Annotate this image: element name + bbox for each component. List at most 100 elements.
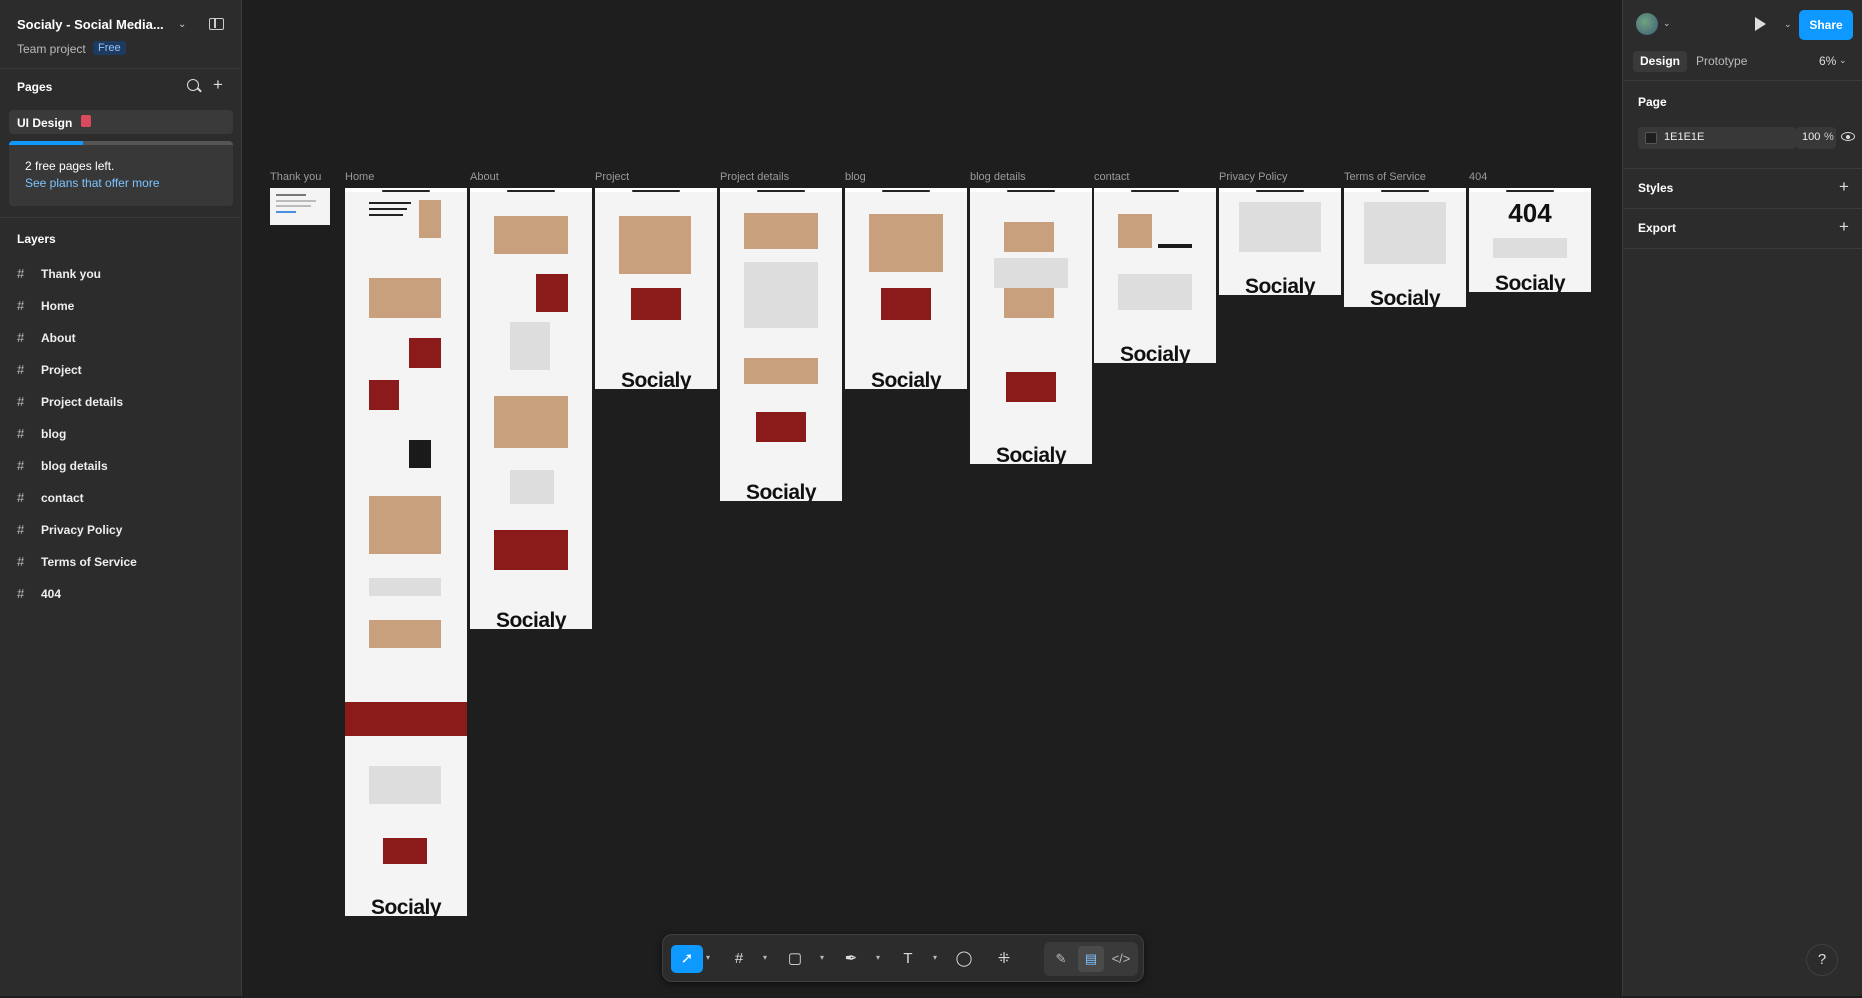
faq-block <box>510 470 554 504</box>
frame-label[interactable]: contact <box>1094 171 1129 183</box>
canvas[interactable]: Thank you Home Socialy About Socialy Pro… <box>243 0 1622 996</box>
search-icon[interactable] <box>187 79 199 91</box>
chevron-down-icon[interactable]: ▾ <box>706 953 710 962</box>
color-hex-value[interactable]: 1E1E1E <box>1664 131 1704 143</box>
chevron-down-icon[interactable]: ▾ <box>876 953 880 962</box>
frame-label[interactable]: Home <box>345 171 374 183</box>
chevron-down-icon[interactable]: ⌄ <box>1663 18 1671 29</box>
faq-block <box>369 766 441 804</box>
chevron-down-icon[interactable]: ⌄ <box>1839 55 1847 66</box>
design-mode-icon[interactable]: ▤ <box>1078 946 1104 972</box>
frame-tool-icon[interactable]: # <box>725 945 753 973</box>
avatar[interactable] <box>1636 13 1658 35</box>
frame-label[interactable]: Project <box>595 171 629 183</box>
file-title[interactable]: Socialy - Social Media... <box>17 17 164 32</box>
contact-photo <box>1118 214 1152 248</box>
footer-logo: Socialy <box>620 369 692 389</box>
text-line <box>369 208 407 210</box>
terms-text <box>1364 202 1446 264</box>
dev-mode-icon[interactable]: </> <box>1108 946 1134 972</box>
layer-item[interactable]: # Privacy Policy <box>17 522 122 540</box>
layer-label: Project <box>41 363 82 377</box>
opacity-field[interactable]: 100 % <box>1796 127 1836 149</box>
move-tool-icon[interactable]: ➚ <box>671 945 703 973</box>
frame-project[interactable]: Socialy <box>595 188 717 389</box>
toggle-sidebar-icon[interactable] <box>209 18 224 30</box>
hero-image <box>1004 222 1054 252</box>
mode-switcher: ✎ ▤ </> <box>1044 942 1138 976</box>
chevron-down-icon[interactable]: ⌄ <box>1784 19 1792 30</box>
text-tool-icon[interactable]: T <box>894 945 922 973</box>
chevron-down-icon[interactable]: ▾ <box>763 953 767 962</box>
chevron-down-icon[interactable]: ▾ <box>820 953 824 962</box>
frame-thank-you[interactable] <box>270 188 330 225</box>
frame-icon: # <box>17 426 25 441</box>
bottom-toolbar: ➚ ▾ # ▾ ▢ ▾ ✒ ▾ T ▾ ◯ ⁜ ✎ ▤ </> <box>662 934 1144 982</box>
actions-tool-icon[interactable]: ⁜ <box>990 945 1018 973</box>
pen-tool-icon[interactable]: ✒ <box>837 945 865 973</box>
layer-item[interactable]: # blog details <box>17 458 108 476</box>
frame-blog-details[interactable]: Socialy <box>970 188 1092 464</box>
page-item-ui-design[interactable]: UI Design <box>9 110 233 134</box>
article-text <box>994 258 1068 288</box>
shape-tool-icon[interactable]: ▢ <box>781 945 809 973</box>
layer-item[interactable]: # Project details <box>17 394 123 412</box>
layer-item[interactable]: # About <box>17 330 76 348</box>
opacity-value[interactable]: 100 <box>1802 131 1820 143</box>
add-export-icon[interactable]: + <box>1839 218 1849 235</box>
add-page-icon[interactable]: + <box>213 76 223 93</box>
frame-terms-of-service[interactable]: Socialy <box>1344 188 1466 307</box>
layer-item[interactable]: # blog <box>17 426 66 444</box>
frame-label[interactable]: About <box>470 171 499 183</box>
frame-home[interactable]: Socialy <box>345 188 467 916</box>
frame-404[interactable]: 404 Socialy <box>1469 188 1591 292</box>
plan-badge[interactable]: Free <box>93 41 126 55</box>
frame-label[interactable]: 404 <box>1469 171 1487 183</box>
divider <box>0 217 242 218</box>
frame-label[interactable]: Terms of Service <box>1344 171 1426 183</box>
chevron-down-icon[interactable]: ⌄ <box>178 19 186 30</box>
frame-icon: # <box>17 554 25 569</box>
nav <box>1380 190 1430 192</box>
divider <box>1623 248 1862 249</box>
frame-label[interactable]: Thank you <box>270 171 321 183</box>
page-color-field[interactable]: 1E1E1E <box>1638 127 1796 149</box>
zoom-level[interactable]: 6% <box>1819 54 1836 68</box>
nav <box>631 190 681 192</box>
eye-icon[interactable] <box>1841 132 1855 141</box>
frame-label[interactable]: blog <box>845 171 866 183</box>
inline-image <box>1004 288 1054 318</box>
draw-mode-icon[interactable]: ✎ <box>1048 946 1074 972</box>
frame-icon: # <box>17 330 25 345</box>
layer-item[interactable]: # Thank you <box>17 266 101 284</box>
layer-label: Terms of Service <box>41 555 137 569</box>
layer-item[interactable]: # Terms of Service <box>17 554 137 572</box>
chevron-down-icon[interactable]: ▾ <box>933 953 937 962</box>
dark-card <box>409 440 431 468</box>
layer-item[interactable]: # Project <box>17 362 82 380</box>
team-label[interactable]: Team project <box>17 42 86 56</box>
tab-design[interactable]: Design <box>1633 51 1688 72</box>
layer-item[interactable]: # contact <box>17 490 84 508</box>
frame-about[interactable]: Socialy <box>470 188 592 629</box>
present-play-icon[interactable] <box>1755 17 1766 31</box>
help-button[interactable]: ? <box>1806 944 1838 976</box>
color-swatch[interactable] <box>1645 132 1657 144</box>
frame-contact[interactable]: Socialy <box>1094 188 1216 363</box>
frame-label[interactable]: Project details <box>720 171 789 183</box>
tab-prototype[interactable]: Prototype <box>1696 54 1747 68</box>
frame-label[interactable]: Privacy Policy <box>1219 171 1287 183</box>
frame-project-details[interactable]: Socialy <box>720 188 842 501</box>
layer-item[interactable]: #404 <box>17 586 61 604</box>
frame-blog[interactable]: Socialy <box>845 188 967 389</box>
layer-item[interactable]: # Home <box>17 298 74 316</box>
comment-tool-icon[interactable]: ◯ <box>950 945 978 973</box>
promo-link[interactable]: See plans that offer more <box>25 176 160 190</box>
share-button[interactable]: Share <box>1799 10 1853 40</box>
frame-label[interactable]: blog details <box>970 171 1026 183</box>
frame-privacy-policy[interactable]: Socialy <box>1219 188 1341 295</box>
frame-icon: # <box>17 586 25 601</box>
cta-phones <box>494 530 568 570</box>
add-style-icon[interactable]: + <box>1839 178 1849 195</box>
layer-label: blog <box>41 427 67 441</box>
